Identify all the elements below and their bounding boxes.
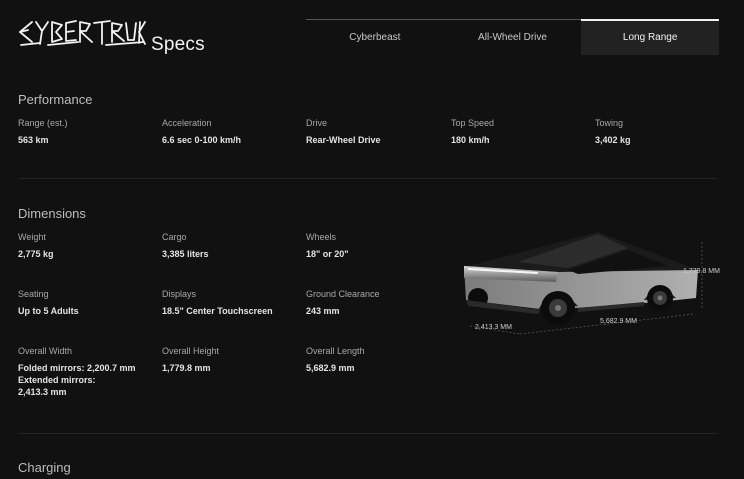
spec-wheels: Wheels 18" or 20" — [306, 231, 446, 260]
cybertruck-image — [464, 232, 703, 335]
specs-heading: Specs — [151, 34, 205, 55]
spec-value: 2,775 kg — [18, 249, 54, 259]
dimensions-title: Dimensions — [18, 206, 86, 221]
tab-cyberbeast[interactable]: Cyberbeast — [306, 20, 444, 55]
height-dimension-label: 1,779.8 MM — [683, 268, 720, 275]
spec-value: Up to 5 Adults — [18, 306, 79, 316]
spec-seating: Seating Up to 5 Adults — [18, 288, 158, 317]
page-header: Specs Cyberbeast All-Wheel Drive Long Ra… — [0, 0, 744, 70]
width-dimension-label: 2,413.3 MM — [475, 324, 512, 331]
truck-dimension-diagram — [458, 222, 728, 338]
spec-label: Drive — [306, 118, 328, 128]
tab-all-wheel-drive[interactable]: All-Wheel Drive — [444, 20, 582, 55]
spec-value: Rear-Wheel Drive — [306, 135, 381, 145]
spec-range: Range (est.) 563 km — [18, 117, 158, 146]
spec-overall-height: Overall Height 1,779.8 mm — [162, 345, 302, 374]
spec-weight: Weight 2,775 kg — [18, 231, 158, 260]
spec-value: 18" or 20" — [306, 249, 349, 259]
spec-cargo: Cargo 3,385 liters — [162, 231, 302, 260]
spec-value: 3,402 kg — [595, 135, 631, 145]
cybertruck-logo[interactable] — [18, 18, 146, 48]
spec-overall-length: Overall Length 5,682.9 mm — [306, 345, 446, 374]
section-divider — [18, 433, 718, 434]
spec-value: 5,682.9 mm — [306, 363, 355, 373]
spec-value: Folded mirrors: 2,200.7 mm Extended mirr… — [18, 363, 136, 397]
spec-top-speed: Top Speed 180 km/h — [451, 117, 591, 146]
spec-label: Towing — [595, 118, 624, 128]
performance-title: Performance — [18, 92, 93, 107]
spec-label: Weight — [18, 232, 46, 242]
spec-label: Displays — [162, 289, 197, 299]
spec-displays: Displays 18.5" Center Touchscreen — [162, 288, 302, 317]
cybertruck-wordmark-icon — [19, 20, 146, 46]
tab-long-range[interactable]: Long Range — [581, 19, 720, 55]
spec-overall-width: Overall Width Folded mirrors: 2,200.7 mm… — [18, 345, 158, 398]
spec-label: Cargo — [162, 232, 187, 242]
spec-label: Seating — [18, 289, 49, 299]
section-divider — [18, 178, 718, 179]
trim-tabs: Cyberbeast All-Wheel Drive Long Range — [306, 19, 720, 55]
spec-label: Overall Length — [306, 346, 365, 356]
spec-label: Ground Clearance — [306, 289, 380, 299]
spec-label: Overall Height — [162, 346, 220, 356]
spec-value: 3,385 liters — [162, 249, 209, 259]
spec-label: Top Speed — [451, 118, 495, 128]
spec-value: 243 mm — [306, 306, 340, 316]
spec-label: Range (est.) — [18, 118, 68, 128]
spec-label: Wheels — [306, 232, 337, 242]
spec-value: 1,779.8 mm — [162, 363, 211, 373]
charging-title: Charging — [18, 460, 71, 475]
spec-value: 6.6 sec 0-100 km/h — [162, 135, 242, 145]
spec-drive: Drive Rear-Wheel Drive — [306, 117, 446, 146]
spec-value: 563 km — [18, 135, 49, 145]
spec-towing: Towing 3,402 kg — [595, 117, 735, 146]
spec-acceleration: Acceleration 6.6 sec 0-100 km/h — [162, 117, 302, 146]
spec-value: 180 km/h — [451, 135, 490, 145]
spec-ground-clearance: Ground Clearance 243 mm — [306, 288, 446, 317]
spec-label: Acceleration — [162, 118, 212, 128]
length-dimension-label: 5,682.9 MM — [600, 318, 637, 325]
spec-label: Overall Width — [18, 346, 73, 356]
spec-value: 18.5" Center Touchscreen — [162, 306, 273, 316]
